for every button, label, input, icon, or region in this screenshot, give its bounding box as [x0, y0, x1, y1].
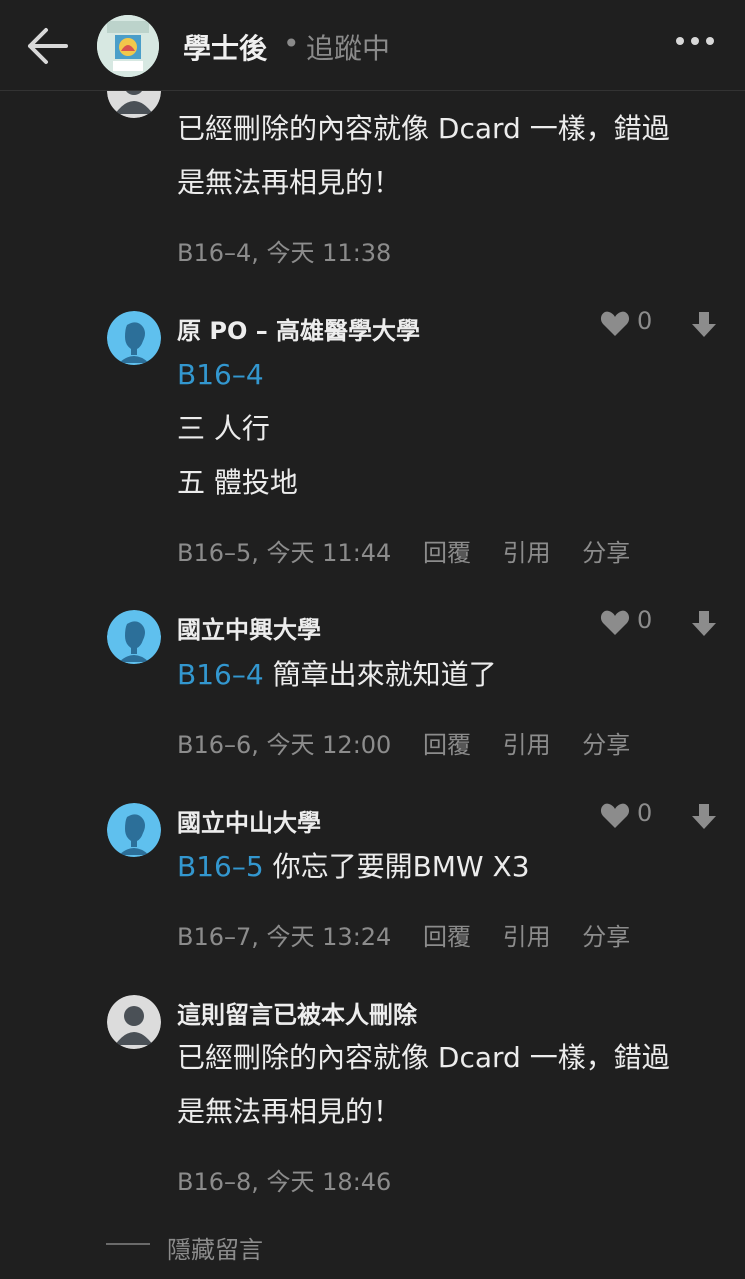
- follow-status[interactable]: 追蹤中: [306, 27, 390, 67]
- comment-body: B16–5 你忘了要開BMW X3: [177, 850, 530, 883]
- reply-button[interactable]: 回覆: [423, 923, 471, 951]
- like-button[interactable]: 0: [600, 606, 660, 639]
- comment-meta-row: B16–7, 今天 13:24 回覆 引用 分享: [177, 917, 630, 952]
- heart-icon[interactable]: [600, 802, 630, 830]
- like-count: 0: [637, 606, 653, 634]
- user-avatar-icon[interactable]: [107, 311, 161, 365]
- comment-meta-row: B16–5, 今天 11:44 回覆 引用 分享: [177, 533, 630, 568]
- comment-author[interactable]: 國立中山大學: [177, 803, 321, 838]
- comment-author: 這則留言已被本人刪除: [177, 1001, 417, 1029]
- comment-body: 已經刪除的內容就像 Dcard 一樣，錯過 是無法再相見的！: [177, 1041, 670, 1128]
- reply-button[interactable]: 回覆: [423, 731, 471, 759]
- comment-meta: B16–5, 今天 11:44: [177, 539, 392, 567]
- separator: •: [283, 27, 300, 60]
- down-arrow-icon[interactable]: [690, 802, 718, 832]
- hidden-divider: [106, 1243, 150, 1245]
- user-avatar-icon[interactable]: [107, 803, 161, 857]
- comment-body: B16–4 簡章出來就知道了: [177, 658, 497, 691]
- heart-icon[interactable]: [600, 310, 630, 338]
- back-arrow-icon[interactable]: [26, 26, 70, 66]
- down-arrow-icon[interactable]: [690, 310, 718, 340]
- heart-icon[interactable]: [600, 609, 630, 637]
- like-button[interactable]: 0: [600, 307, 660, 340]
- board-name[interactable]: 學士後: [183, 27, 267, 67]
- hidden-comments-toggle[interactable]: 隱藏留言: [167, 1230, 263, 1265]
- comment-author[interactable]: 原 PO – 高雄醫學大學: [177, 311, 420, 346]
- comment-meta: B16–7, 今天 13:24: [177, 923, 392, 951]
- share-button[interactable]: 分享: [582, 923, 630, 951]
- comment-body: B16–4 三 人行 五 體投地: [177, 348, 298, 510]
- like-count: 0: [637, 799, 653, 827]
- comment-meta: B16–6, 今天 12:00: [177, 731, 392, 759]
- reply-button[interactable]: 回覆: [423, 539, 471, 567]
- like-button[interactable]: 0: [600, 799, 660, 832]
- comment-body: 已經刪除的內容就像 Dcard 一樣，錯過 是無法再相見的！: [177, 112, 670, 199]
- reply-ref-link[interactable]: B16–4: [177, 658, 264, 691]
- top-bar: 學士後 • 追蹤中: [0, 0, 745, 91]
- share-button[interactable]: 分享: [582, 731, 630, 759]
- quote-button[interactable]: 引用: [503, 923, 551, 951]
- comment-meta: B16–8, 今天 18:46: [177, 1168, 392, 1196]
- reply-ref-link[interactable]: B16–5: [177, 850, 264, 883]
- like-count: 0: [637, 307, 653, 335]
- comment-author[interactable]: 國立中興大學: [177, 610, 321, 645]
- user-avatar-icon: [107, 995, 161, 1049]
- user-avatar-icon[interactable]: [107, 610, 161, 664]
- more-icon[interactable]: [672, 28, 718, 54]
- quote-button[interactable]: 引用: [503, 539, 551, 567]
- comment-meta-row: B16–6, 今天 12:00 回覆 引用 分享: [177, 725, 630, 760]
- reply-ref-link[interactable]: B16–4: [177, 348, 298, 402]
- board-avatar[interactable]: [97, 15, 159, 77]
- share-button[interactable]: 分享: [582, 539, 630, 567]
- comment-meta: B16–4, 今天 11:38: [177, 239, 392, 267]
- quote-button[interactable]: 引用: [503, 731, 551, 759]
- down-arrow-icon[interactable]: [690, 609, 718, 639]
